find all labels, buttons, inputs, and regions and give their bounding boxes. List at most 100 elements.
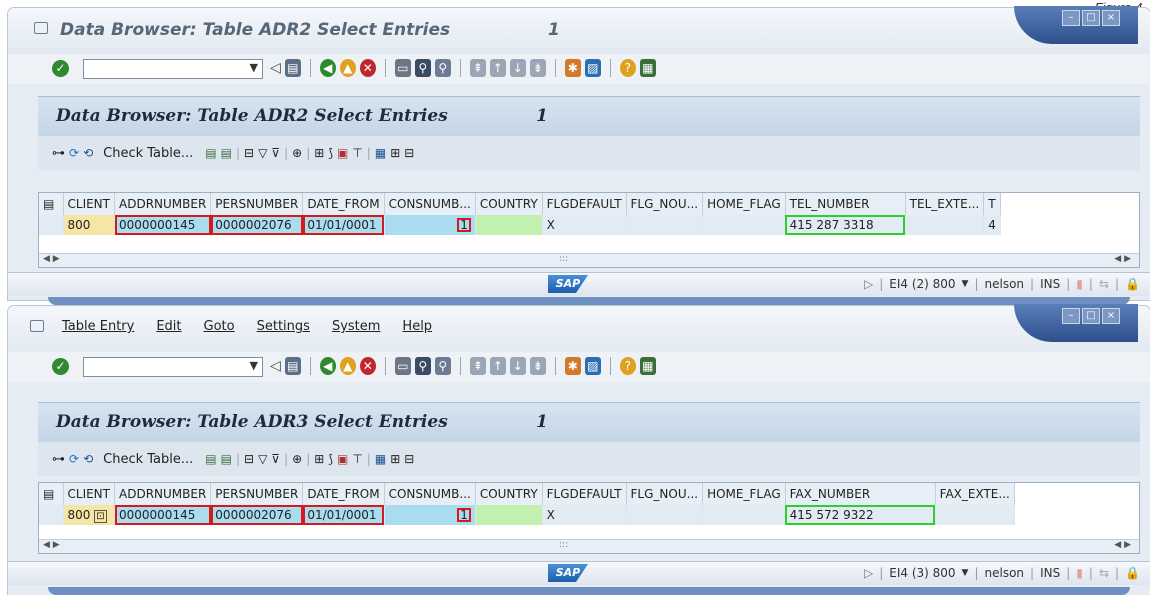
views-icon[interactable]: ⊤ (352, 146, 362, 160)
column-header[interactable]: HOME_FLAG (702, 483, 786, 505)
column-header[interactable]: DATE_FROM (302, 193, 385, 215)
row-selector[interactable] (39, 505, 64, 525)
filter-delete-icon[interactable]: ⊽ (271, 452, 280, 466)
save-layout-icon[interactable]: ⊟ (404, 146, 414, 160)
enter-checkmark-icon[interactable]: ✓ (52, 358, 69, 375)
horizontal-scrollbar[interactable]: ◀ ▶ ::: ◀ ▶ (39, 539, 1139, 553)
save-icon[interactable]: ▤ (284, 59, 301, 77)
next-page-icon[interactable]: ↓ (509, 357, 526, 375)
column-header[interactable]: FLGDEFAULT (542, 483, 627, 505)
layout-menu-icon[interactable]: ▦ (639, 357, 656, 375)
scroll-left-icon[interactable]: ◀ ▶ (43, 254, 60, 264)
next-page-icon[interactable]: ↓ (509, 59, 526, 77)
column-header[interactable]: FAX_EXTE... (935, 483, 1015, 505)
save-layout-icon[interactable]: ⊟ (404, 452, 414, 466)
glasses-icon[interactable]: ⊶ (52, 452, 65, 467)
cell-tel-number[interactable]: 415 287 3318 (785, 215, 906, 235)
cell-fax-exte[interactable] (935, 505, 1015, 525)
menu-icon[interactable] (30, 320, 44, 332)
enter-checkmark-icon[interactable]: ✓ (52, 60, 69, 77)
first-page-icon[interactable]: ⇞ (469, 59, 486, 77)
cell-flg-nou[interactable] (626, 505, 704, 525)
refresh-icon[interactable]: ⟳ (69, 146, 79, 160)
menu-settings[interactable]: Settings (257, 319, 310, 334)
lock-icon[interactable]: 🔒 (1125, 566, 1140, 580)
change-layout-icon[interactable]: ⊞ (390, 452, 400, 466)
previous-page-icon[interactable]: ↑ (489, 59, 506, 77)
print-icon[interactable]: ▭ (394, 59, 411, 77)
column-header[interactable]: FLGDEFAULT (542, 193, 627, 215)
cell-home-flag[interactable] (702, 215, 786, 235)
cell-home-flag[interactable] (702, 505, 786, 525)
details-icon[interactable]: ⊕ (292, 146, 302, 160)
details-icon[interactable]: ⊕ (292, 452, 302, 466)
column-header[interactable]: ADDRNUMBER (114, 193, 212, 215)
column-header[interactable]: CONSNUMB... (384, 193, 476, 215)
exit-icon[interactable]: ▲ (339, 357, 356, 375)
column-header[interactable]: TEL_NUMBER (785, 193, 906, 215)
views-icon[interactable]: ⊤ (352, 452, 362, 466)
sort-descending-icon[interactable]: ▤ (221, 146, 232, 160)
minimize-icon[interactable]: – (1062, 10, 1080, 26)
last-page-icon[interactable]: ⇟ (529, 357, 546, 375)
shortcut-icon[interactable]: ▨ (584, 59, 601, 77)
column-header[interactable]: PERSNUMBER (210, 193, 304, 215)
check-table-button[interactable]: Check Table... (103, 452, 193, 467)
help-icon[interactable]: ? (619, 357, 636, 375)
first-page-icon[interactable]: ⇞ (469, 357, 486, 375)
sort-ascending-icon[interactable]: ▤ (205, 146, 216, 160)
column-header[interactable]: COUNTRY (475, 193, 543, 215)
column-header[interactable]: TEL_EXTE... (905, 193, 985, 215)
column-header[interactable]: ADDRNUMBER (114, 483, 212, 505)
maximize-icon[interactable]: □ (1082, 308, 1100, 324)
menu-system[interactable]: System (332, 319, 380, 334)
chevron-down-icon[interactable]: ▼ (250, 359, 258, 372)
menu-table-entry[interactable]: Table Entry (62, 319, 134, 334)
filter-icon[interactable]: ▽ (258, 452, 267, 466)
last-page-icon[interactable]: ⇟ (529, 59, 546, 77)
cell-tel-exte[interactable] (905, 215, 985, 235)
select-all-icon[interactable]: ▤ (39, 193, 64, 215)
graphic-icon[interactable]: ⟆ (328, 146, 333, 160)
scroll-right-icon[interactable]: ◀ ▶ (1114, 254, 1131, 264)
play-icon[interactable]: ▷ (864, 566, 873, 580)
cell-country[interactable] (475, 505, 543, 525)
cancel-icon[interactable]: ✕ (359, 59, 376, 77)
back-arrow-icon[interactable]: ◁ (270, 60, 281, 76)
change-layout-icon[interactable]: ⊞ (390, 146, 400, 160)
chevron-down-icon[interactable]: ▼ (962, 568, 969, 578)
find-icon[interactable]: ⚲ (414, 59, 431, 77)
command-field[interactable]: ▼ (83, 59, 263, 79)
back-icon[interactable]: ◀ (319, 357, 336, 375)
print-icon[interactable]: ▭ (394, 357, 411, 375)
back-arrow-icon[interactable]: ◁ (270, 358, 281, 374)
maximize-icon[interactable]: □ (1082, 10, 1100, 26)
filter-icon[interactable]: ▽ (258, 146, 267, 160)
shortcut-icon[interactable]: ▨ (584, 357, 601, 375)
row-selector[interactable] (39, 215, 64, 235)
column-header[interactable]: DATE_FROM (302, 483, 385, 505)
filter-delete-icon[interactable]: ⊽ (271, 146, 280, 160)
find-next-icon[interactable]: ⚲ (434, 357, 451, 375)
minimize-icon[interactable]: – (1062, 308, 1080, 324)
select-all-icon[interactable]: ▤ (39, 483, 64, 505)
cell-persnumber[interactable]: 0000002076 (210, 505, 304, 525)
cell-client[interactable]: 800 (63, 215, 115, 235)
cell-date-from[interactable]: 01/01/0001 (302, 505, 385, 525)
column-header[interactable]: FAX_NUMBER (785, 483, 936, 505)
cell-flg-nou[interactable] (626, 215, 704, 235)
glasses-icon[interactable]: ⊶ (52, 146, 65, 161)
system-client[interactable]: EI4 (2) 800 (889, 277, 955, 291)
column-header[interactable]: CONSNUMB... (384, 483, 476, 505)
print-list-icon[interactable]: ⊟ (244, 452, 254, 466)
chevron-down-icon[interactable]: ▼ (250, 61, 258, 74)
cell-t[interactable]: 4 (983, 215, 1001, 235)
cell-addrnumber[interactable]: 0000000145 (114, 505, 212, 525)
value-help-icon[interactable]: ⊡ (94, 510, 107, 523)
menu-goto[interactable]: Goto (204, 319, 235, 334)
scroll-grip-icon[interactable]: ::: (559, 254, 568, 264)
layout-icon[interactable]: ▦ (375, 146, 386, 160)
close-icon[interactable]: × (1102, 308, 1120, 324)
column-header[interactable]: FLG_NOU... (626, 483, 704, 505)
column-header[interactable]: COUNTRY (475, 483, 543, 505)
